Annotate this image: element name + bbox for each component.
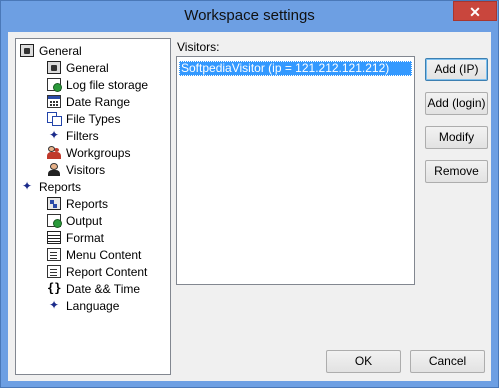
tree-item-label: Log file storage [66,77,149,92]
workspace-settings-window: Workspace settings ✕ General General Log… [0,0,499,388]
window-title: Workspace settings [184,7,315,24]
visitor-list-item[interactable]: SoftpediaVisitor (ip = 121.212.121.212) [179,61,412,76]
star-icon: ✦ [21,179,33,193]
tree-item-file-types[interactable]: File Types [47,110,120,127]
tree-item-label: Reports [66,196,109,211]
tree-item-reports-sub[interactable]: Reports [47,195,108,212]
user-icon [47,163,61,176]
close-button[interactable]: ✕ [453,1,497,21]
star-icon: ✦ [48,298,60,312]
calendar-icon [47,95,61,108]
settings-tree[interactable]: General General Log file storage Date Ra… [15,38,171,375]
visitors-label: Visitors: [177,40,220,54]
tree-folder-icon [47,197,61,210]
visitors-listbox[interactable]: SoftpediaVisitor (ip = 121.212.121.212) [176,56,415,285]
tree-item-label: Menu Content [66,247,142,262]
settings-icon [20,44,34,57]
tree-item-label: Output [66,213,103,228]
tree-item-label: File Types [66,111,121,126]
globe-doc-icon [47,78,62,92]
output-icon [47,214,62,228]
add-login-button[interactable]: Add (login) [425,92,488,115]
tree-item-label: Date && Time [66,281,141,296]
tree-item-label: Format [66,230,105,245]
tree-item-label: General [66,60,109,75]
tree-item-label: Date Range [66,94,131,109]
document-icon [47,265,61,278]
tree-item-label: Workgroups [66,145,131,160]
dialog-body: General General Log file storage Date Ra… [8,32,491,381]
users-icon [47,146,61,159]
tree-item-menu-content[interactable]: Menu Content [47,246,141,263]
tree-item-general-sub[interactable]: General [47,59,109,76]
modify-button[interactable]: Modify [425,126,488,149]
tree-item-output[interactable]: Output [47,212,102,229]
tree-item-visitors[interactable]: Visitors [47,161,106,178]
braces-icon: {} [47,281,62,295]
tree-item-label: Visitors [66,162,106,177]
tree-item-report-content[interactable]: Report Content [47,263,147,280]
tree-item-format[interactable]: Format [47,229,104,246]
files-icon [47,112,62,126]
settings-icon [47,61,61,74]
tree-item-label: Language [66,298,120,313]
tree-item-general[interactable]: General [20,42,82,59]
table-icon [47,231,61,244]
tree-item-filters[interactable]: ✦ Filters [47,127,99,144]
tree-item-language[interactable]: ✦ Language [47,297,119,314]
tree-item-workgroups[interactable]: Workgroups [47,144,130,161]
tree-item-date-range[interactable]: Date Range [47,93,130,110]
ok-button[interactable]: OK [326,350,401,373]
title-bar[interactable]: Workspace settings ✕ [1,1,498,31]
tree-item-date-time[interactable]: {} Date && Time [47,280,140,297]
tree-item-reports[interactable]: ✦ Reports [20,178,81,195]
add-ip-button[interactable]: Add (IP) [425,58,488,81]
document-icon [47,248,61,261]
cancel-button[interactable]: Cancel [410,350,485,373]
tree-item-log-file-storage[interactable]: Log file storage [47,76,148,93]
tree-item-label: General [39,43,82,58]
star-icon: ✦ [48,128,60,142]
tree-item-label: Report Content [66,264,148,279]
remove-button[interactable]: Remove [425,160,488,183]
tree-item-label: Reports [39,179,82,194]
tree-item-label: Filters [66,128,99,143]
